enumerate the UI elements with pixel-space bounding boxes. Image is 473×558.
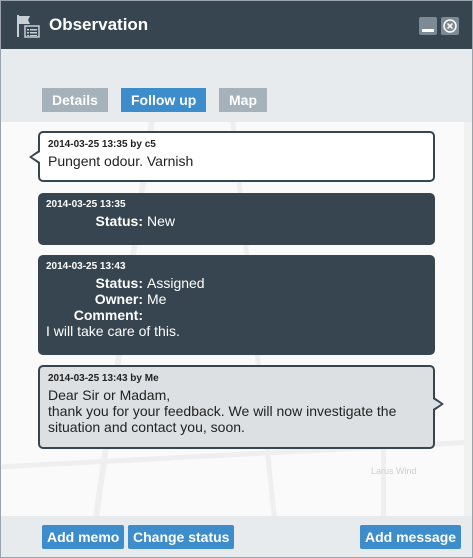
tab-details[interactable]: Details (42, 88, 108, 112)
add-memo-button[interactable]: Add memo (42, 525, 125, 549)
message-incoming: 2014-03-25 13:35 by c5 Pungent odour. Va… (29, 131, 435, 182)
tab-bar: Details Follow up Map (1, 49, 472, 122)
tab-follow-up[interactable]: Follow up (121, 88, 207, 112)
tab-map[interactable]: Map (219, 88, 267, 112)
comment-field: Comment: (46, 307, 427, 323)
status-field: Status: Assigned (46, 275, 427, 291)
minimize-icon[interactable] (419, 17, 437, 35)
speech-tail (433, 397, 444, 411)
owner-field: Owner: Me (46, 291, 427, 307)
field-value: Me (147, 291, 167, 307)
change-status-button[interactable]: Change status (128, 525, 235, 549)
message-status-update: 2014-03-25 13:35 Status: New (38, 193, 435, 245)
message-status-update: 2014-03-25 13:43 Status: Assigned Owner:… (38, 255, 435, 355)
status-field: Status: New (46, 213, 427, 229)
close-circle-icon[interactable] (441, 17, 459, 35)
add-message-button[interactable]: Add message (360, 525, 462, 549)
follow-up-panel: Larus Wind 2014-03-25 13:35 by c5 Pungen… (1, 122, 472, 516)
observation-list-icon (17, 15, 40, 38)
field-key: Status: (95, 275, 143, 291)
message-meta: 2014-03-25 13:35 (46, 199, 126, 210)
message-text: I will take care of this. (46, 323, 180, 339)
scrollbar[interactable] (464, 122, 472, 516)
message-outgoing: 2014-03-25 13:43 by Me Dear Sir or Madam… (38, 365, 444, 449)
message-meta: 2014-03-25 13:43 by Me (48, 373, 159, 384)
title-bar[interactable]: Observation (1, 1, 472, 49)
map-label: Larus Wind (371, 466, 417, 476)
message-text: Dear Sir or Madam, (48, 387, 171, 403)
message-text: situation and contact you, soon. (48, 419, 245, 435)
window-title: Observation (49, 15, 149, 34)
message-text: Pungent odour. Varnish (48, 153, 194, 169)
message-meta: 2014-03-25 13:43 (46, 261, 126, 272)
field-value: New (147, 213, 176, 229)
field-value: Assigned (147, 275, 205, 291)
speech-tail (29, 150, 40, 164)
close-circle-icon-glyph (443, 19, 457, 33)
field-key: Comment: (73, 307, 143, 323)
message-meta: 2014-03-25 13:35 by c5 (48, 139, 156, 150)
action-bar: Add memo Change status Add message (1, 516, 472, 557)
message-text: thank you for your feedback. We will now… (48, 403, 397, 419)
field-key: Owner: (94, 291, 143, 307)
field-key: Status: (95, 213, 143, 229)
observation-window: Observation Details Follow up Map Larus … (0, 0, 473, 558)
